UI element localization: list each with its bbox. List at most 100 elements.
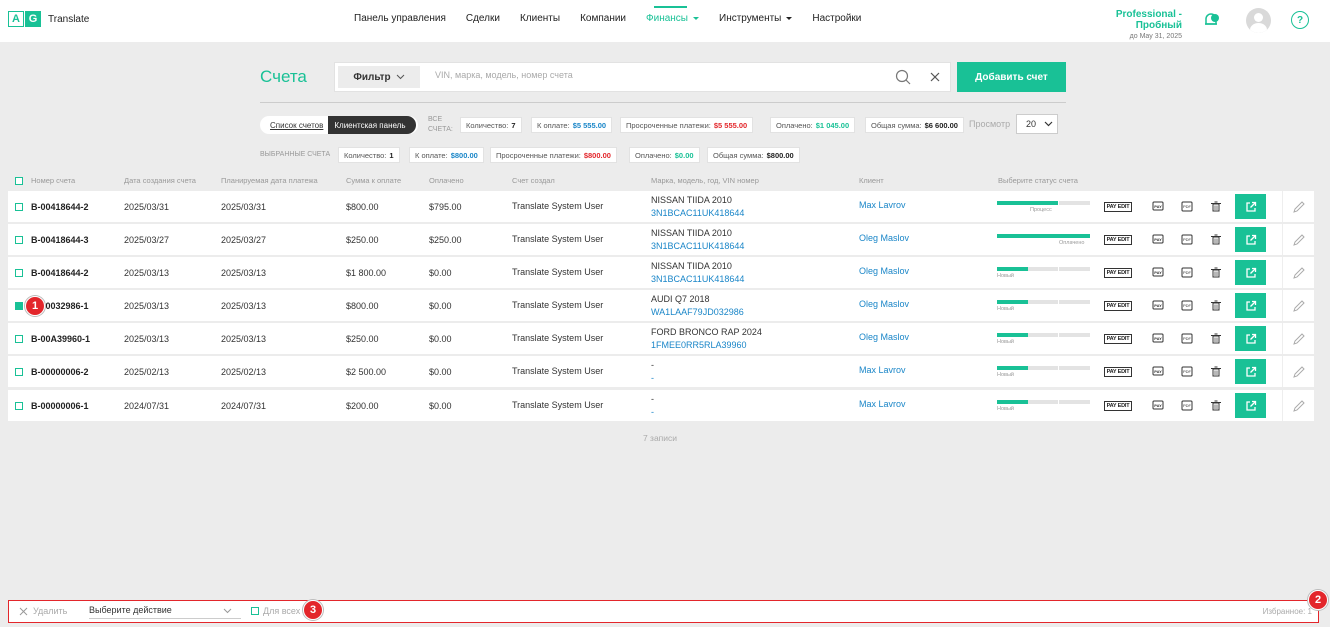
open-invoice-button[interactable] (1235, 227, 1266, 252)
trash-icon[interactable] (1210, 400, 1222, 411)
open-invoice-button[interactable] (1235, 359, 1266, 384)
client-link[interactable]: Oleg Maslov (859, 299, 909, 309)
trash-icon[interactable] (1210, 333, 1222, 344)
user-avatar[interactable] (1246, 8, 1271, 33)
trash-icon[interactable] (1210, 300, 1222, 311)
invoice-number[interactable]: B-00418644-2 (31, 202, 89, 212)
pay-edit-button[interactable]: PAY EDIT (1104, 334, 1132, 344)
client-link[interactable]: Max Lavrov (859, 200, 906, 210)
invoice-number[interactable]: B-00000006-1 (31, 401, 89, 411)
delete-button[interactable]: Удалить (19, 606, 67, 616)
edit-button[interactable] (1282, 323, 1314, 354)
trash-icon[interactable] (1210, 366, 1222, 377)
edit-button[interactable] (1282, 257, 1314, 288)
pay-icon[interactable]: PAY (1152, 234, 1164, 245)
edit-button[interactable] (1282, 224, 1314, 255)
edit-button[interactable] (1282, 191, 1314, 222)
vin-link[interactable]: 3N1BCAC11UK418644 (651, 207, 744, 220)
nav-item[interactable]: Панель управления (354, 13, 446, 24)
search-input[interactable] (435, 70, 875, 80)
pay-edit-button[interactable]: PAY EDIT (1104, 202, 1132, 212)
vin-link[interactable]: - (651, 406, 654, 419)
status-progress-bar[interactable] (997, 267, 1090, 271)
page-size-select[interactable]: 20 (1016, 114, 1058, 134)
status-progress-bar[interactable] (997, 333, 1090, 337)
nav-item[interactable]: Компании (580, 13, 626, 24)
open-invoice-button[interactable] (1235, 326, 1266, 351)
help-icon[interactable]: ? (1291, 11, 1309, 29)
pay-edit-button[interactable]: PAY EDIT (1104, 301, 1132, 311)
pay-icon[interactable]: PAY (1152, 267, 1164, 278)
row-checkbox[interactable] (15, 203, 23, 211)
pdf-icon[interactable]: PDF (1181, 333, 1193, 344)
pdf-icon[interactable]: PDF (1181, 201, 1193, 212)
plan-info[interactable]: Professional - Пробный до May 31, 2025 (1078, 9, 1182, 40)
vin-link[interactable]: 3N1BCAC11UK418644 (651, 240, 744, 253)
edit-button[interactable] (1282, 356, 1314, 387)
app-logo[interactable]: A G Translate (8, 11, 89, 27)
table-row[interactable]: B-00000006-2 2025/02/13 2025/02/13 $2 500.0… (8, 356, 1314, 387)
select-all-checkbox[interactable] (15, 177, 23, 185)
open-invoice-button[interactable] (1235, 393, 1266, 418)
open-invoice-button[interactable] (1235, 293, 1266, 318)
status-progress-bar[interactable] (997, 234, 1090, 238)
row-checkbox[interactable] (15, 402, 23, 410)
nav-item[interactable]: Финансы (646, 6, 699, 24)
status-progress-bar[interactable] (997, 366, 1090, 370)
pay-edit-button[interactable]: PAY EDIT (1104, 367, 1132, 377)
row-checkbox[interactable] (15, 269, 23, 277)
vin-link[interactable]: - (651, 372, 654, 385)
table-row[interactable]: B-00418644-3 2025/03/27 2025/03/27 $250.00 $… (8, 224, 1314, 255)
vin-link[interactable]: 3N1BCAC11UK418644 (651, 273, 744, 286)
pay-edit-button[interactable]: PAY EDIT (1104, 401, 1132, 411)
client-link[interactable]: Oleg Maslov (859, 266, 909, 276)
action-select[interactable]: Выберите действие (89, 605, 241, 619)
open-invoice-button[interactable] (1235, 260, 1266, 285)
notifications-bell-icon[interactable] (1202, 11, 1220, 29)
pay-edit-button[interactable]: PAY EDIT (1104, 235, 1132, 245)
pay-icon[interactable]: PAY (1152, 366, 1164, 377)
status-progress-bar[interactable] (997, 300, 1090, 304)
client-link[interactable]: Oleg Maslov (859, 233, 909, 243)
pay-icon[interactable]: PAY (1152, 300, 1164, 311)
checkbox[interactable] (251, 607, 259, 615)
invoice-number[interactable]: B-00A39960-1 (31, 334, 90, 344)
search-icon[interactable] (895, 69, 911, 85)
invoice-number[interactable]: B-00418644-2 (31, 268, 89, 278)
client-link[interactable]: Oleg Maslov (859, 332, 909, 342)
table-row[interactable]: B-00A39960-1 2025/03/13 2025/03/13 $250.00 $… (8, 323, 1314, 354)
add-invoice-button[interactable]: Добавить счет (957, 62, 1066, 92)
edit-button[interactable] (1282, 390, 1314, 421)
pay-icon[interactable]: PAY (1152, 201, 1164, 212)
pdf-icon[interactable]: PDF (1181, 366, 1193, 377)
pdf-icon[interactable]: PDF (1181, 234, 1193, 245)
table-row[interactable]: B-00032986-1 2025/03/13 2025/03/13 $800.00 $… (8, 290, 1314, 321)
row-checkbox[interactable] (15, 368, 23, 376)
pay-icon[interactable]: PAY (1152, 400, 1164, 411)
pdf-icon[interactable]: PDF (1181, 267, 1193, 278)
client-link[interactable]: Max Lavrov (859, 399, 906, 409)
table-row[interactable]: B-00418644-2 2025/03/13 2025/03/13 $1 800.0… (8, 257, 1314, 288)
row-checkbox[interactable] (15, 335, 23, 343)
tab-invoice-list[interactable]: Список счетов (260, 121, 328, 130)
open-invoice-button[interactable] (1235, 194, 1266, 219)
nav-item[interactable]: Настройки (812, 13, 861, 24)
row-checkbox[interactable] (15, 236, 23, 244)
nav-item[interactable]: Инструменты (719, 13, 793, 24)
trash-icon[interactable] (1210, 267, 1222, 278)
clear-search-icon[interactable] (928, 70, 942, 84)
pdf-icon[interactable]: PDF (1181, 300, 1193, 311)
table-row[interactable]: B-00000006-1 2024/07/31 2024/07/31 $200.00 $… (8, 390, 1314, 421)
pay-edit-button[interactable]: PAY EDIT (1104, 268, 1132, 278)
row-checkbox[interactable] (15, 302, 23, 310)
for-all-checkbox[interactable]: Для всех (251, 606, 300, 616)
status-progress-bar[interactable] (997, 400, 1090, 404)
nav-item[interactable]: Клиенты (520, 13, 560, 24)
vin-link[interactable]: 1FMEE0RR5RLA39960 (651, 339, 747, 352)
invoice-number[interactable]: B-00418644-3 (31, 235, 89, 245)
status-progress-bar[interactable] (997, 201, 1090, 205)
trash-icon[interactable] (1210, 201, 1222, 212)
tab-client-panel[interactable]: Клиентская панель (328, 116, 416, 134)
nav-item[interactable]: Сделки (466, 13, 500, 24)
client-link[interactable]: Max Lavrov (859, 365, 906, 375)
